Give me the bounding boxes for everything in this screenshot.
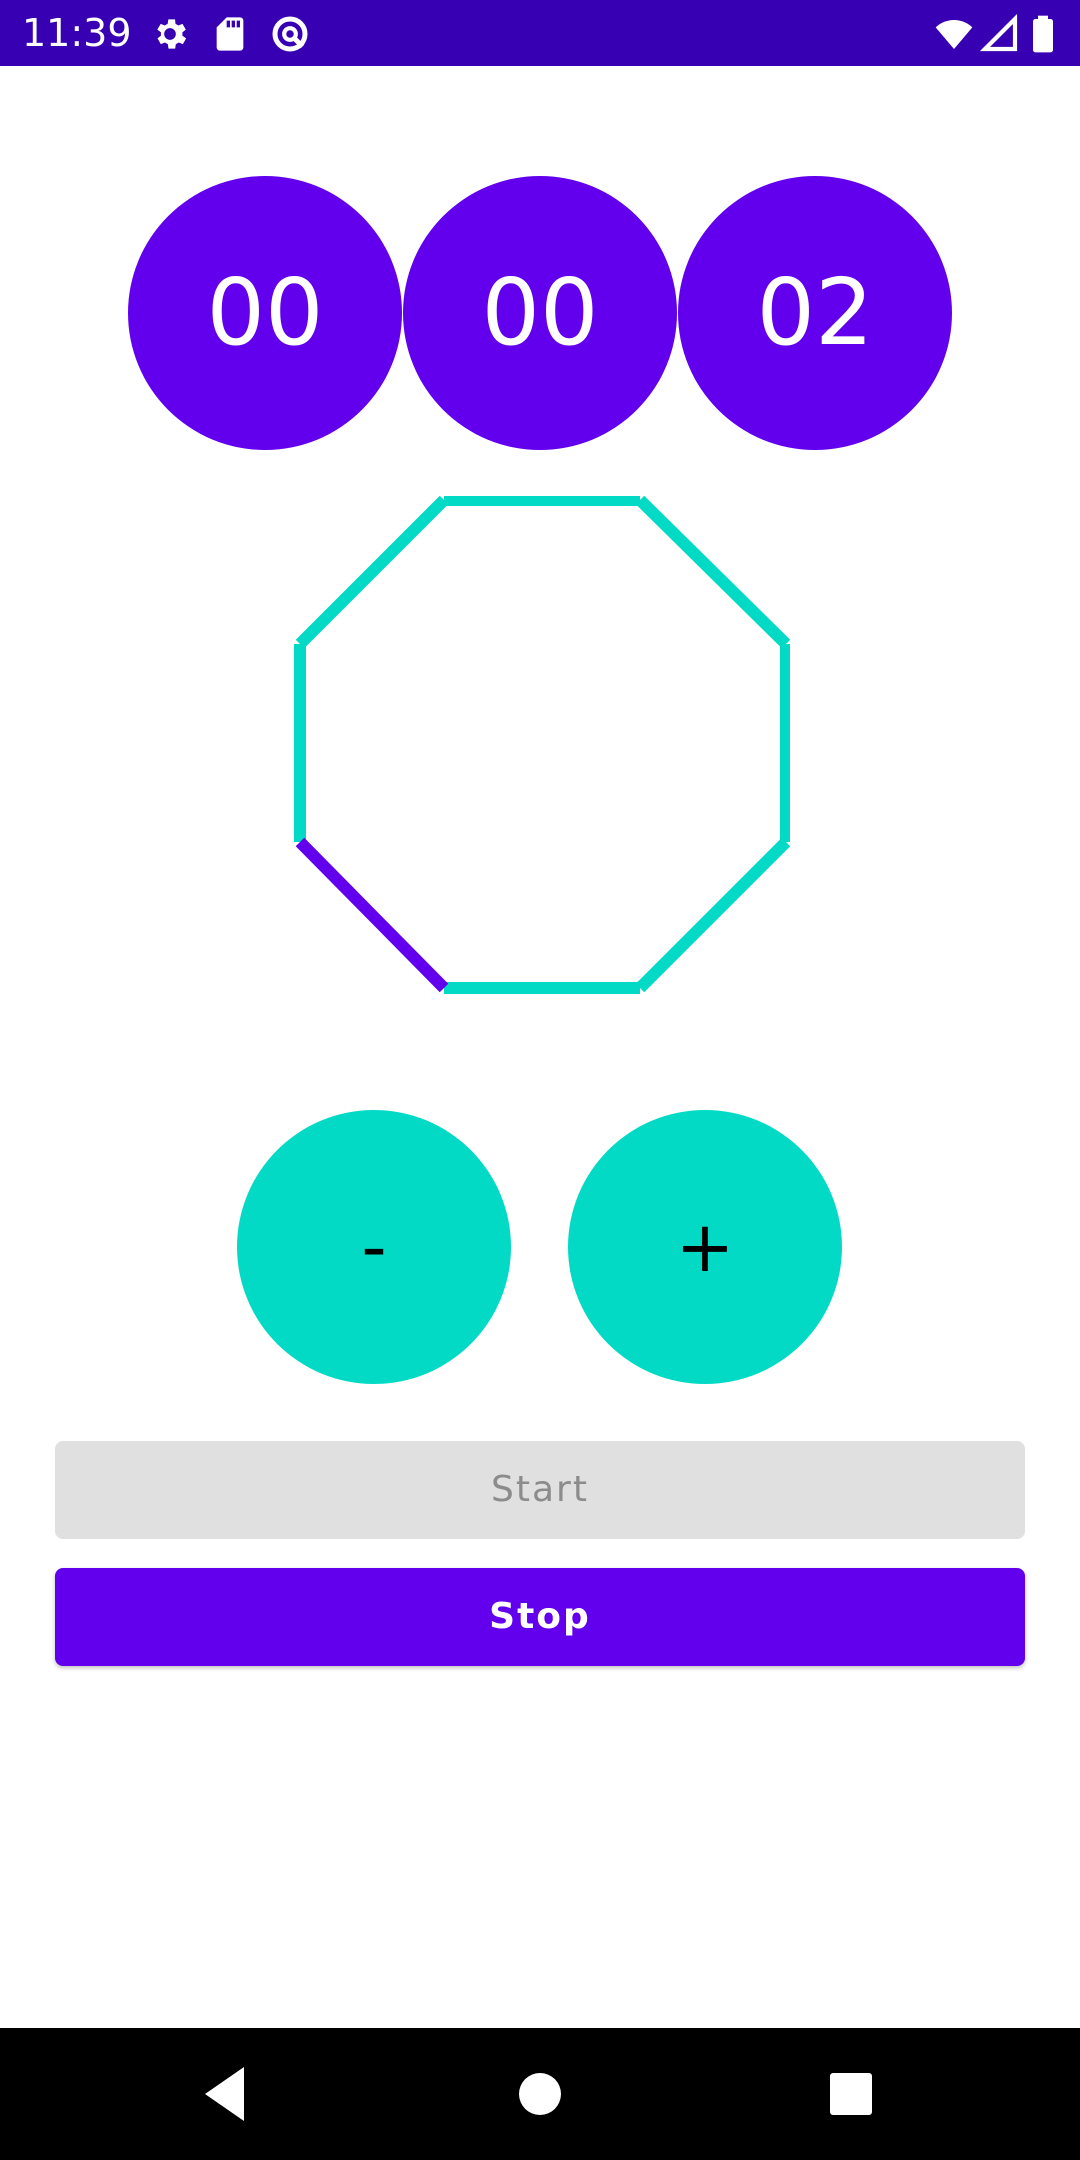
octagon-segment	[635, 837, 790, 993]
settings-icon	[150, 14, 190, 54]
wifi-icon	[934, 14, 974, 54]
octagon-segment	[295, 496, 449, 649]
decrement-button[interactable]: -	[237, 1110, 511, 1384]
hours-display: 00	[128, 176, 402, 450]
home-icon[interactable]	[504, 2058, 576, 2130]
octagon-segment	[635, 496, 790, 649]
status-bar: 11:39	[0, 0, 1080, 66]
seconds-display: 02	[678, 176, 952, 450]
cell-signal-icon	[979, 13, 1020, 54]
status-time: 11:39	[22, 11, 132, 55]
octagon-segment-completed	[295, 837, 449, 993]
sd-card-icon	[210, 14, 250, 54]
stop-button[interactable]: Stop	[55, 1568, 1025, 1666]
increment-button[interactable]: +	[568, 1110, 842, 1384]
back-icon[interactable]	[190, 2058, 262, 2130]
timer-screen: 00 00 02 - + Start Stop	[0, 66, 1080, 2028]
start-button[interactable]: Start	[55, 1441, 1025, 1539]
progress-octagon	[294, 496, 790, 994]
vpn-icon	[270, 14, 310, 54]
recents-icon[interactable]	[815, 2058, 887, 2130]
navigation-bar	[0, 2028, 1080, 2160]
battery-icon	[1030, 14, 1056, 54]
minutes-display: 00	[403, 176, 677, 450]
